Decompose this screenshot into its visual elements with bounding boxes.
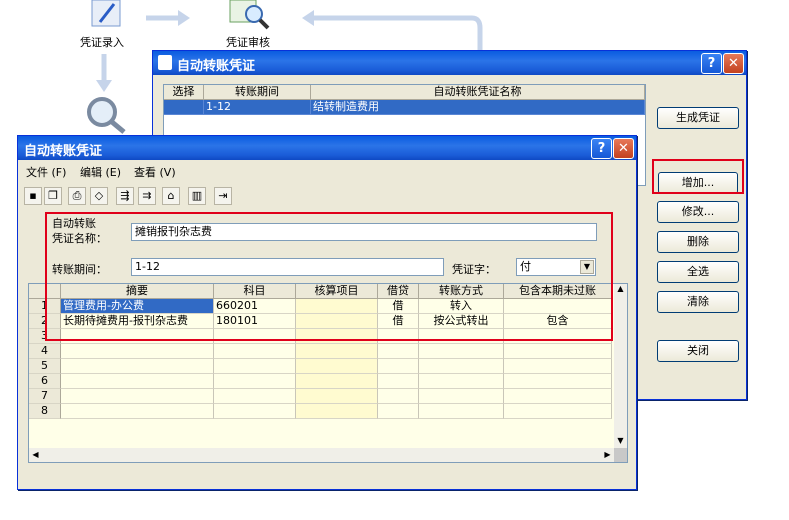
table-cell-include-unposted[interactable] (504, 389, 612, 404)
col-name-header[interactable]: 自动转账凭证名称 (311, 85, 645, 100)
table-cell-transfer-method[interactable] (419, 404, 504, 419)
row-number: 7 (29, 389, 61, 404)
menu-view[interactable]: 查看 (V) (134, 164, 176, 180)
copy-icon[interactable]: ❐ (44, 187, 62, 205)
table-cell-debit-credit[interactable] (378, 389, 419, 404)
row-number: 5 (29, 359, 61, 374)
table-cell-account[interactable] (214, 389, 296, 404)
front-window-title: 自动转账凭证 (24, 144, 103, 159)
table-cell-include-unposted[interactable] (504, 344, 612, 359)
table-cell-transfer-method[interactable] (419, 359, 504, 374)
table-cell-summary[interactable] (61, 389, 214, 404)
back-window-title: 自动转账凭证 (177, 59, 256, 74)
table-row[interactable]: 1-12 结转制造费用 (164, 100, 645, 115)
table-cell-account[interactable] (214, 344, 296, 359)
table-cell-include-unposted[interactable] (504, 374, 612, 389)
preview-icon[interactable]: ◇ (90, 187, 108, 205)
close-button[interactable]: ✕ (613, 138, 634, 159)
book-icon[interactable]: ▥ (188, 187, 206, 205)
table-cell-summary[interactable] (61, 344, 214, 359)
close-button[interactable]: ✕ (723, 53, 744, 74)
form-highlight (45, 212, 613, 341)
arrow-down-icon (94, 54, 114, 97)
row-name: 结转制造费用 (311, 100, 645, 115)
table-cell-item[interactable] (296, 404, 378, 419)
row-number: 8 (29, 404, 61, 419)
scroll-down-icon[interactable]: ▼ (614, 436, 627, 448)
row-select (164, 100, 204, 115)
row-period: 1-12 (204, 100, 311, 115)
row-number: 6 (29, 374, 61, 389)
scroll-left-icon[interactable]: ◀ (29, 448, 42, 462)
scroll-up-icon[interactable]: ▲ (614, 284, 627, 296)
table-cell-item[interactable] (296, 344, 378, 359)
add-button-highlight (652, 159, 744, 194)
insert-row-icon[interactable]: ⇶ (116, 187, 134, 205)
generate-voucher-button[interactable]: 生成凭证 (657, 107, 739, 129)
app-icon (158, 55, 172, 70)
table-cell-item[interactable] (296, 389, 378, 404)
table-cell-account[interactable] (214, 359, 296, 374)
scroll-right-icon[interactable]: ▶ (601, 448, 614, 462)
voucher-entry-label: 凭证录入 (80, 36, 124, 49)
col-select-header[interactable]: 选择 (164, 85, 204, 100)
modify-button[interactable]: 修改... (657, 201, 739, 223)
table-cell-debit-credit[interactable] (378, 404, 419, 419)
table-cell-account[interactable] (214, 404, 296, 419)
table-cell-debit-credit[interactable] (378, 374, 419, 389)
table-cell-debit-credit[interactable] (378, 359, 419, 374)
voucher-entry-icon[interactable] (88, 0, 126, 30)
table-cell-include-unposted[interactable] (504, 359, 612, 374)
print-icon[interactable]: ⎙ (68, 187, 86, 205)
menu-bar: 文件 (F) 编辑 (E) 查看 (V) (18, 162, 636, 180)
table-cell-summary[interactable] (61, 374, 214, 389)
vertical-scrollbar[interactable]: ▲ ▼ (614, 284, 627, 448)
magnifier-icon[interactable] (84, 94, 128, 137)
table-cell-include-unposted[interactable] (504, 404, 612, 419)
table-cell-item[interactable] (296, 359, 378, 374)
table-cell-transfer-method[interactable] (419, 374, 504, 389)
menu-file[interactable]: 文件 (F) (26, 164, 66, 180)
delete-row-icon[interactable]: ⇉ (138, 187, 156, 205)
table-cell-account[interactable] (214, 374, 296, 389)
delete-button[interactable]: 删除 (657, 231, 739, 253)
help-button[interactable]: ? (591, 138, 612, 159)
col-period-header[interactable]: 转账期间 (204, 85, 311, 100)
select-all-button[interactable]: 全选 (657, 261, 739, 283)
toolbar: ▪ ❐ ⎙ ◇ ⇶ ⇉ ⌂ ▥ ⇥ (24, 187, 264, 207)
attachment-icon[interactable]: ⌂ (162, 187, 180, 205)
front-window-titlebar: 自动转账凭证 ? ✕ (18, 136, 636, 160)
voucher-review-icon[interactable] (228, 0, 272, 30)
clear-button[interactable]: 清除 (657, 291, 739, 313)
arrow-left-icon (300, 8, 490, 53)
table-cell-transfer-method[interactable] (419, 344, 504, 359)
back-window-titlebar: 自动转账凭证 ? ✕ (153, 51, 746, 75)
table-cell-summary[interactable] (61, 359, 214, 374)
table-cell-transfer-method[interactable] (419, 389, 504, 404)
help-button[interactable]: ? (701, 53, 722, 74)
horizontal-scrollbar[interactable]: ◀ ▶ (29, 448, 614, 462)
exit-icon[interactable]: ⇥ (214, 187, 232, 205)
table-cell-item[interactable] (296, 374, 378, 389)
table-cell-summary[interactable] (61, 404, 214, 419)
save-icon[interactable]: ▪ (24, 187, 42, 205)
table-cell-debit-credit[interactable] (378, 344, 419, 359)
menu-edit[interactable]: 编辑 (E) (80, 164, 121, 180)
row-number: 4 (29, 344, 61, 359)
close-dialog-button[interactable]: 关闭 (657, 340, 739, 362)
voucher-review-label: 凭证审核 (226, 36, 270, 49)
arrow-right-icon (146, 8, 192, 31)
